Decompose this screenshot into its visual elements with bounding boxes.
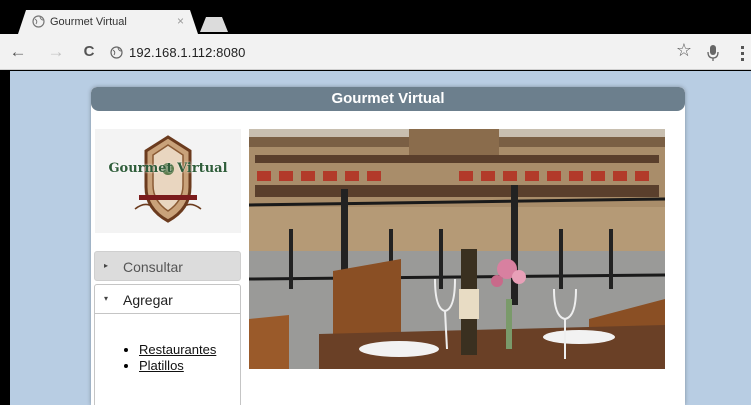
tab-title: Gourmet Virtual: [50, 16, 127, 28]
tab-strip: Gourmet Virtual ×: [0, 0, 751, 34]
bookmark-star-icon[interactable]: ☆: [676, 40, 692, 61]
forward-icon[interactable]: →: [46, 42, 66, 62]
page-header: Gourmet Virtual: [91, 87, 685, 111]
menu-consultar-label: Consultar: [123, 259, 183, 275]
menu-agregar[interactable]: ▾ Agregar: [94, 284, 241, 314]
address-bar[interactable]: 192.168.1.112:8080 ☆: [106, 39, 732, 66]
list-item: Platillos: [139, 358, 216, 373]
tab-close-icon[interactable]: ×: [177, 14, 184, 28]
restaurant-photo: [249, 129, 665, 369]
url-text[interactable]: 192.168.1.112:8080: [129, 45, 246, 60]
browser-tab[interactable]: Gourmet Virtual ×: [18, 10, 198, 34]
link-platillos[interactable]: Platillos: [139, 358, 184, 373]
menu-agregar-panel: Restaurantes Platillos: [94, 314, 241, 405]
back-icon[interactable]: ←: [8, 42, 28, 62]
globe-icon: [32, 15, 45, 28]
new-tab-button[interactable]: [200, 17, 228, 32]
menu-consultar[interactable]: ▸ Consultar: [94, 251, 241, 281]
logo-text: Gourmet Virtual: [108, 161, 228, 176]
list-item: Restaurantes: [139, 342, 216, 357]
logo: Gourmet Virtual: [95, 129, 241, 233]
page-title: Gourmet Virtual: [331, 90, 445, 107]
reload-icon[interactable]: C: [79, 42, 99, 62]
chevron-down-icon: ▾: [104, 294, 109, 303]
page-viewport: Gourmet Virtual Gourmet Virtual ▸ Consul…: [10, 71, 751, 405]
browser-toolbar: ← → C 192.168.1.112:8080 ☆: [0, 34, 751, 70]
menu-agregar-label: Agregar: [123, 292, 173, 308]
content-card: Gourmet Virtual Gourmet Virtual ▸ Consul…: [91, 87, 685, 405]
browser-menu-icon[interactable]: [740, 46, 746, 62]
microphone-icon[interactable]: [706, 44, 720, 62]
agregar-links: Restaurantes Platillos: [139, 342, 216, 374]
chevron-right-icon: ▸: [104, 261, 109, 270]
globe-icon: [110, 46, 123, 59]
link-restaurantes[interactable]: Restaurantes: [139, 342, 216, 357]
shield-icon: [134, 135, 202, 223]
